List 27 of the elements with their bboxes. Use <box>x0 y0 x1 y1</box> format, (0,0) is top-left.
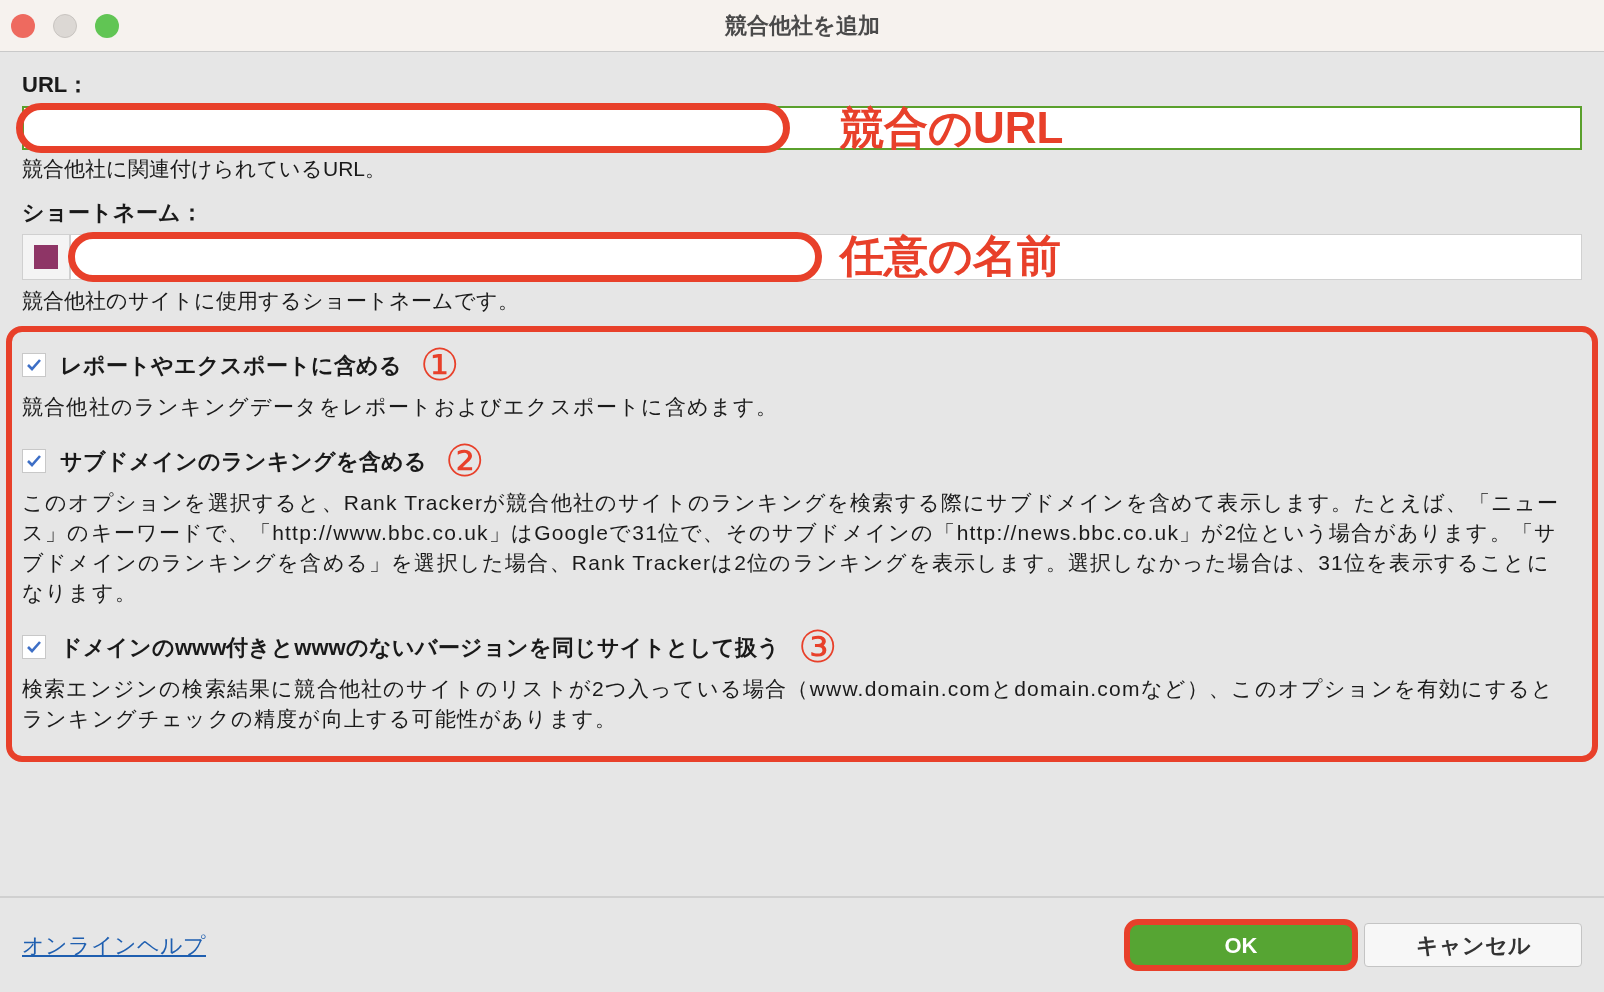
annotation-text: 競合のURL <box>840 102 1064 154</box>
checkmark-icon <box>26 640 42 654</box>
checkbox[interactable] <box>22 635 46 659</box>
option-label[interactable]: レポートやエクスポートに含める <box>60 348 402 382</box>
checkmark-icon <box>26 358 42 372</box>
color-swatch-button[interactable] <box>22 234 70 280</box>
url-field[interactable] <box>22 106 1582 150</box>
checkbox[interactable] <box>22 449 46 473</box>
annotation-number: ③ <box>797 622 837 672</box>
short-name-help-text: 競合他社のサイトに使用するショートネームです。 <box>22 288 520 314</box>
option-description: 競合他社のランキングデータをレポートおよびエクスポートに含めます。 <box>22 394 780 420</box>
checkbox[interactable] <box>22 353 46 377</box>
option-label[interactable]: ドメインのwww付きとwwwのないバージョンを同じサイトとして扱う <box>60 630 780 664</box>
checkmark-icon <box>26 454 42 468</box>
online-help-link[interactable]: オンラインヘルプ <box>22 928 206 962</box>
url-help-text: 競合他社に関連付けられているURL。 <box>22 156 387 182</box>
cancel-button[interactable]: キャンセル <box>1364 923 1582 967</box>
option-label[interactable]: サブドメインのランキングを含める <box>60 444 427 478</box>
url-label: URL： <box>22 71 91 99</box>
annotation-text: 任意の名前 <box>840 230 1061 282</box>
option-description: 検索エンジンの検索結果に競合他社のサイトのリストが2つ入っている場合（www.domain.comとdomain.comなど）、このオプションを有効にするとランキングチェックの精度が向上する可能性があります。 <box>22 676 1556 732</box>
annotation-number: ② <box>445 436 484 486</box>
annotation-number: ① <box>420 340 459 390</box>
close-icon[interactable] <box>11 13 35 38</box>
option-description: このオプションを選択すると、Rank Trackerが競合他社のサイトのランキングを検索する際にサブドメインを含めて表示します。たとえば、「ニュース」のキーワードで、「http://www.bbc.co.uk」はGoogleで31位で、そのサブドメインの「http://news.bbc.co.uk」が2位という場合があります。「サブドメインのランキングを含める」を選択した場合、Rank Trackerは2位のランキングを表示します。選択しなかった場合は、31位を表示することになります。 <box>22 490 1561 606</box>
window-title: 競合他社を追加 <box>724 12 880 40</box>
short-name-label: ショートネーム： <box>22 199 204 227</box>
